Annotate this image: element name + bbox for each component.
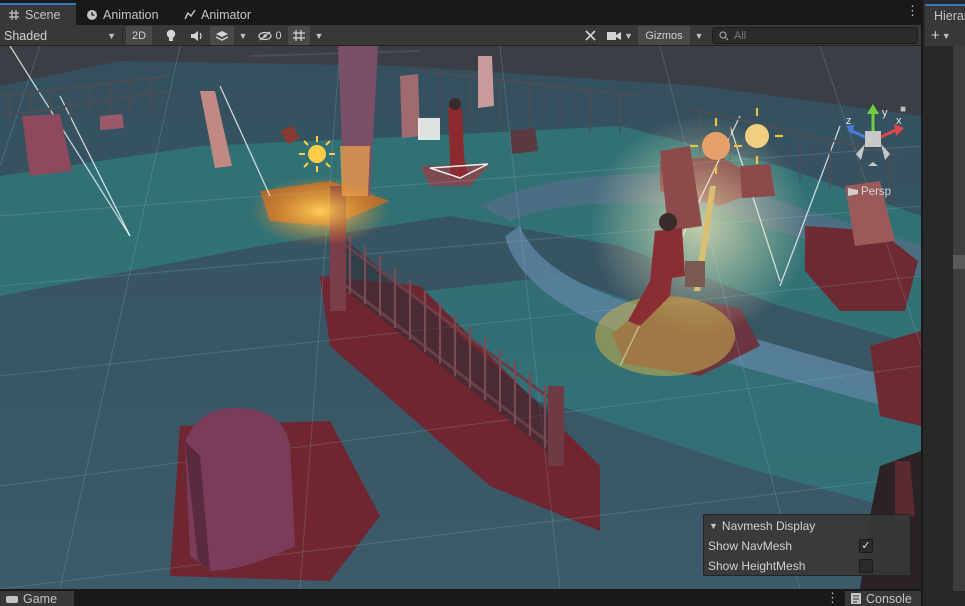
tab-animator[interactable]: Animator	[176, 4, 259, 25]
scene-tab-strip: Scene Animation Animator ⋮	[0, 0, 921, 25]
grid-snap-icon	[293, 30, 305, 41]
scene-search-input[interactable]: All	[712, 27, 918, 44]
scene-menu-icon[interactable]: ⋮	[906, 4, 919, 17]
hidden-count: 0	[275, 29, 282, 42]
scene-render	[0, 46, 921, 589]
chevron-down-icon: ▼	[238, 30, 248, 41]
orientation-gizmo[interactable]: z x y	[838, 104, 908, 174]
hierarchy-scrollbar[interactable]	[953, 46, 965, 591]
checkmark-icon: ✓	[861, 539, 871, 552]
audio-toggle[interactable]	[186, 26, 208, 45]
effects-toggle[interactable]	[210, 26, 234, 45]
chevron-down-icon: ▼	[314, 30, 324, 41]
collapse-triangle-icon: ▼	[709, 521, 718, 531]
camera-icon	[607, 31, 622, 40]
shading-mode-value: Shaded	[4, 28, 48, 43]
z-axis-label: z	[846, 115, 852, 127]
mode-2d-button[interactable]: 2D	[126, 26, 152, 45]
speaker-icon	[191, 30, 202, 41]
effects-dropdown[interactable]: ▼	[236, 26, 250, 45]
search-icon	[719, 30, 729, 40]
gizmos-button[interactable]: Gizmos	[638, 26, 690, 45]
tab-hierarchy-label: Hierarchy	[934, 8, 965, 23]
tools-icon	[584, 30, 596, 41]
hierarchy-panel: Hierarchy + ▼	[921, 0, 965, 606]
hierarchy-toolbar: + ▼	[925, 25, 965, 46]
lightbulb-icon	[166, 29, 176, 41]
chevron-down-icon: ▼	[694, 30, 704, 41]
tab-game-label: Game	[23, 591, 58, 606]
scene-toolbar: Shaded ▼ 2D ▼ 0 ▼ ▼ Gizmos ▼ All	[0, 25, 921, 46]
camera-settings-button[interactable]: ▼	[606, 26, 634, 45]
grid-icon	[9, 10, 19, 20]
show-navmesh-checkbox[interactable]: ✓	[859, 539, 873, 553]
tab-console-label: Console	[866, 591, 912, 606]
add-icon[interactable]: +	[931, 27, 940, 44]
mode-2d-label: 2D	[131, 29, 147, 42]
navmesh-display-header[interactable]: ▼ Navmesh Display	[709, 519, 815, 533]
chevron-down-icon: ▼	[107, 30, 116, 41]
lock-icon[interactable]: ■	[900, 104, 906, 115]
gizmos-dropdown[interactable]: ▼	[691, 26, 707, 45]
navmesh-display-title: Navmesh Display	[721, 519, 816, 533]
tab-animation[interactable]: Animation	[78, 4, 167, 25]
gizmos-label: Gizmos	[645, 29, 683, 42]
lighting-toggle[interactable]	[160, 26, 182, 45]
game-menu-icon[interactable]: ⋮	[826, 591, 839, 604]
animator-icon	[184, 9, 196, 19]
scrollbar-thumb[interactable]	[953, 255, 965, 269]
tab-scene[interactable]: Scene	[0, 3, 76, 25]
tab-game[interactable]: Game	[0, 591, 74, 606]
game-icon	[6, 595, 18, 603]
x-axis-label: x	[896, 115, 902, 127]
console-icon	[851, 593, 861, 604]
search-placeholder: All	[734, 29, 747, 42]
chevron-down-icon[interactable]: ▼	[942, 31, 951, 41]
tab-animation-label: Animation	[103, 7, 159, 22]
tab-hierarchy[interactable]: Hierarchy	[925, 4, 965, 25]
tab-animator-label: Animator	[201, 7, 252, 22]
grid-toggle[interactable]	[288, 26, 310, 45]
show-navmesh-label: Show NavMesh	[708, 539, 793, 553]
y-axis-handle[interactable]	[867, 104, 879, 114]
bottom-tab-strip: Game ⋮ Console	[0, 589, 921, 606]
chevron-down-icon: ▼	[624, 30, 633, 41]
clock-icon	[87, 9, 97, 20]
y-axis-label: y	[882, 107, 888, 119]
show-heightmesh-checkbox[interactable]	[859, 559, 873, 573]
hidden-objects-toggle[interactable]: 0	[254, 26, 286, 45]
projection-toggle[interactable]: Persp	[848, 186, 891, 198]
tab-scene-label: Scene	[25, 8, 61, 22]
scene-viewport[interactable]: z x y ■ Persp ▼ Navmesh Display Show Nav…	[0, 46, 921, 589]
tools-toggle[interactable]	[580, 26, 600, 45]
projection-label: Persp	[861, 186, 892, 198]
navmesh-display-overlay: ▼ Navmesh Display Show NavMesh ✓ Show He…	[703, 514, 911, 576]
tab-console[interactable]: Console	[845, 591, 921, 606]
grid-dropdown[interactable]: ▼	[312, 26, 326, 45]
toolbar-divider	[122, 28, 123, 43]
show-heightmesh-label: Show HeightMesh	[708, 559, 806, 573]
layers-icon	[215, 30, 229, 41]
perspective-icon	[848, 188, 858, 196]
eye-hidden-icon	[258, 31, 273, 40]
shading-mode-dropdown[interactable]: Shaded ▼	[0, 26, 120, 45]
